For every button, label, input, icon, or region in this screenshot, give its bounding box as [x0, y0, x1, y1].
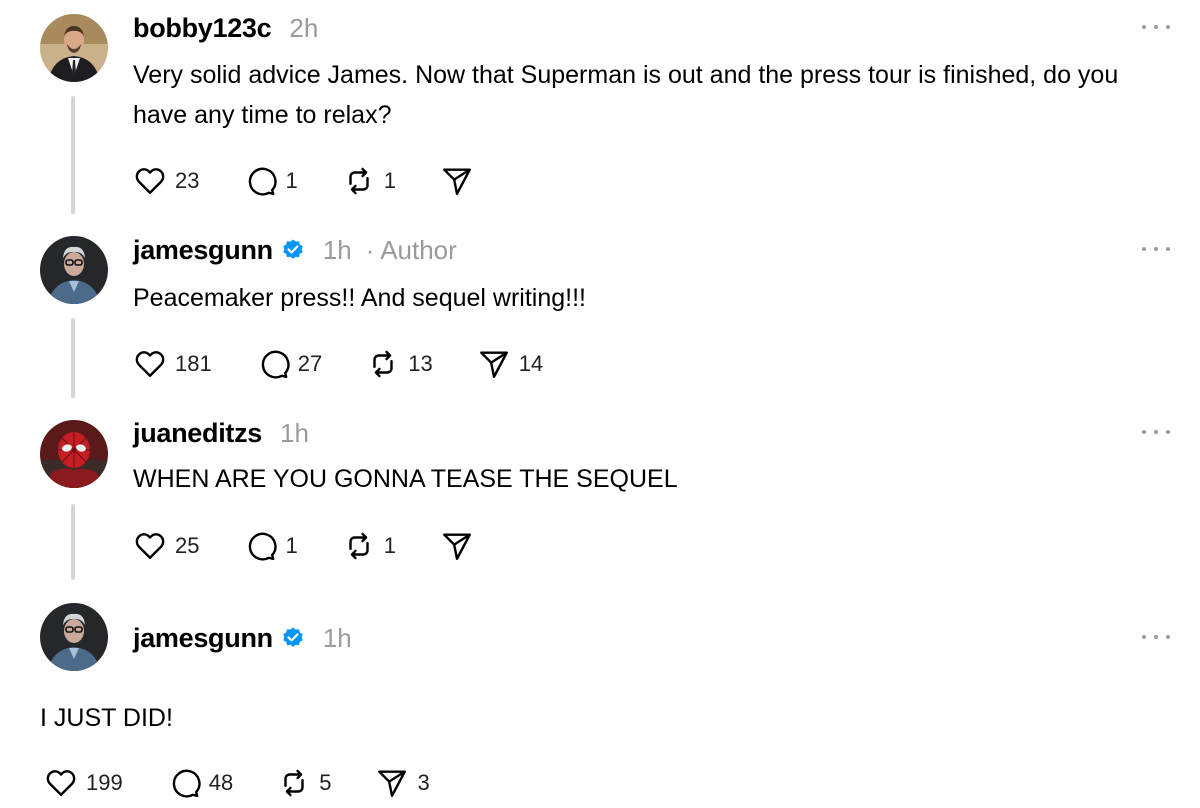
- avatar-image: [40, 14, 108, 82]
- more-options-icon[interactable]: [1142, 244, 1170, 254]
- action-bar: 181 27 13 14: [133, 346, 587, 382]
- verified-badge-icon: [281, 238, 305, 262]
- heart-icon: [135, 351, 165, 377]
- reply-count: 27: [297, 351, 323, 376]
- repost-button[interactable]: 1: [342, 529, 396, 563]
- verified-badge-icon: [281, 626, 305, 650]
- reply-button[interactable]: 1: [243, 529, 298, 563]
- share-button[interactable]: [440, 529, 474, 563]
- more-options-icon[interactable]: [1142, 22, 1170, 32]
- username[interactable]: jamesgunn: [133, 235, 273, 266]
- heart-icon: [135, 533, 165, 559]
- post-header: jamesgunn 1h: [133, 620, 352, 656]
- avatar[interactable]: [40, 14, 108, 82]
- username[interactable]: jamesgunn: [133, 623, 273, 654]
- like-count: 199: [86, 770, 123, 795]
- like-button[interactable]: 181: [133, 347, 212, 381]
- repost-count: 13: [408, 351, 433, 376]
- post-text: I JUST DID!: [40, 704, 173, 732]
- reply-count: 1: [285, 533, 298, 558]
- avatar-image: [40, 236, 108, 304]
- avatar-image: [40, 420, 108, 488]
- repost-count: 1: [383, 168, 396, 193]
- comment-icon: [249, 167, 278, 196]
- share-icon: [443, 168, 471, 195]
- repost-button[interactable]: 5: [277, 766, 331, 800]
- repost-button[interactable]: 13: [366, 347, 433, 381]
- repost-count: 1: [383, 533, 396, 558]
- like-button[interactable]: 199: [44, 766, 123, 800]
- thread-line: [71, 504, 75, 580]
- share-icon: [479, 351, 508, 378]
- action-bar: 23 1 1: [133, 163, 518, 199]
- share-button[interactable]: 3: [375, 766, 430, 800]
- reply-count: 1: [285, 168, 298, 193]
- username[interactable]: bobby123c: [133, 13, 272, 44]
- username[interactable]: juaneditzs: [133, 418, 262, 449]
- heart-icon: [135, 168, 165, 194]
- thread-line: [71, 96, 75, 214]
- reply-button[interactable]: 48: [167, 766, 233, 800]
- repost-icon: [373, 350, 393, 378]
- comment-icon: [261, 350, 290, 379]
- repost-button[interactable]: 1: [342, 164, 396, 198]
- like-count: 23: [175, 168, 200, 193]
- timestamp[interactable]: 2h: [289, 13, 318, 44]
- share-button[interactable]: 14: [477, 347, 543, 381]
- like-count: 25: [175, 533, 200, 558]
- action-bar: 25 1 1: [133, 528, 518, 564]
- more-options-icon[interactable]: [1142, 427, 1170, 437]
- timestamp[interactable]: 1h: [323, 235, 352, 266]
- like-button[interactable]: 23: [133, 164, 199, 198]
- share-icon: [443, 533, 471, 560]
- repost-count: 5: [319, 770, 332, 795]
- reply-button[interactable]: 1: [243, 164, 298, 198]
- post-text: WHEN ARE YOU GONNA TEASE THE SEQUEL: [133, 465, 678, 493]
- like-button[interactable]: 25: [133, 529, 199, 563]
- thread-line: [71, 318, 75, 398]
- avatar[interactable]: [40, 603, 108, 671]
- post-header: juaneditzs 1h: [133, 415, 309, 451]
- repost-icon: [284, 769, 304, 797]
- timestamp[interactable]: 1h: [280, 418, 309, 449]
- repost-icon: [349, 167, 369, 195]
- more-options-icon[interactable]: [1142, 632, 1170, 642]
- timestamp[interactable]: 1h: [323, 623, 352, 654]
- share-count: 14: [518, 351, 544, 376]
- share-count: 3: [417, 770, 430, 795]
- comment-icon: [172, 769, 201, 798]
- avatar-image: [40, 603, 108, 671]
- share-icon: [378, 770, 407, 797]
- reply-count: 48: [208, 770, 234, 795]
- comment-icon: [249, 532, 278, 561]
- post-header: jamesgunn 1h · Author: [133, 232, 457, 268]
- share-button[interactable]: [440, 164, 474, 198]
- post-header: bobby123c 2h: [133, 10, 318, 46]
- heart-icon: [46, 770, 76, 796]
- avatar[interactable]: [40, 236, 108, 304]
- post-text: Very solid advice James. Now that Superm…: [133, 61, 1119, 129]
- like-count: 181: [175, 351, 212, 376]
- author-tag: · Author: [365, 234, 457, 265]
- action-bar: 199 48 5 3: [44, 765, 474, 801]
- repost-icon: [349, 532, 369, 560]
- post-text: Peacemaker press!! And sequel writing!!!: [133, 284, 587, 312]
- avatar[interactable]: [40, 420, 108, 488]
- reply-button[interactable]: 27: [256, 347, 322, 381]
